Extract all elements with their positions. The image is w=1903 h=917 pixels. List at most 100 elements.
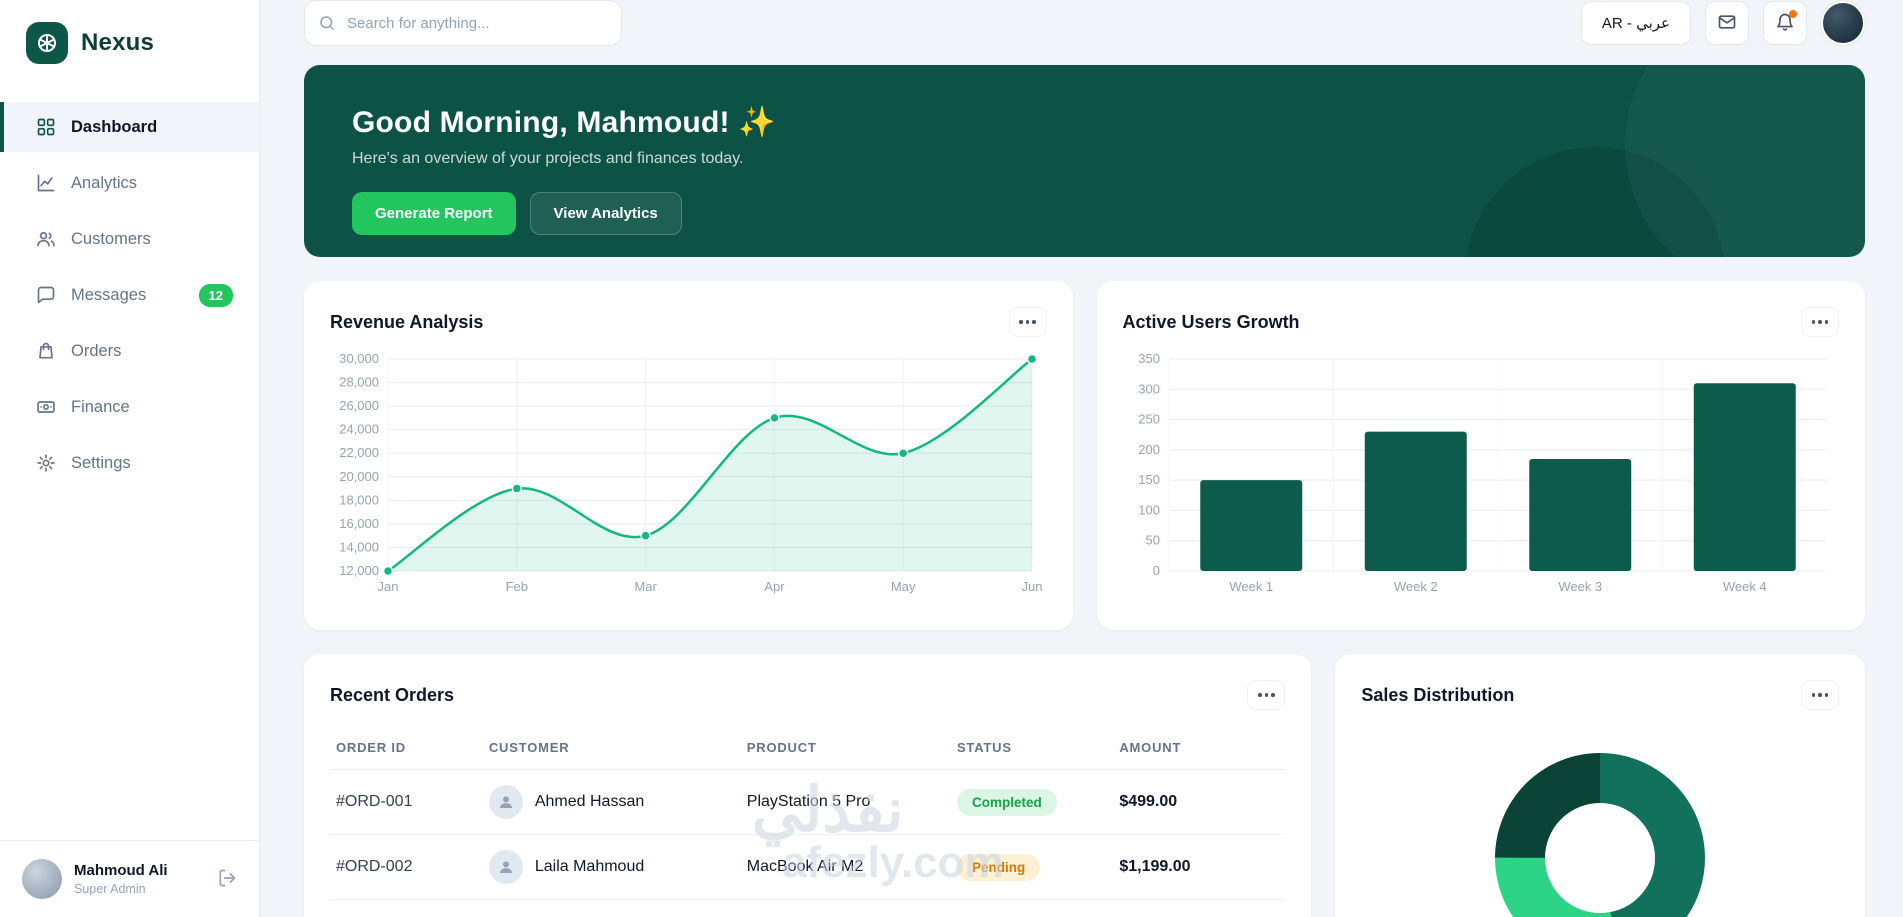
- sales-more-options-button[interactable]: [1801, 680, 1839, 710]
- chart-line-icon: [36, 173, 56, 193]
- card-title: Sales Distribution: [1361, 685, 1514, 706]
- card-title: Recent Orders: [330, 685, 454, 706]
- status-badge: Pending: [957, 854, 1040, 881]
- revenue-analysis-card: Revenue Analysis Jan Feb Mar Apr May Jun 12,00…: [304, 281, 1073, 630]
- svg-text:Jan: Jan: [378, 579, 399, 594]
- topbar: AR - عربي: [260, 0, 1903, 46]
- sparkle-emoji: ✨: [738, 106, 776, 139]
- svg-text:Feb: Feb: [506, 579, 528, 594]
- svg-text:30,000: 30,000: [339, 351, 379, 366]
- user-avatar: [22, 859, 62, 899]
- order-id: #ORD-001: [330, 770, 483, 835]
- svg-text:50: 50: [1145, 533, 1159, 548]
- revenue-line-chart: JanFebMarAprMayJun12,00014,00016,00018,0…: [330, 349, 1046, 599]
- sidebar-item-settings[interactable]: Settings: [0, 438, 259, 488]
- sidebar-item-customers[interactable]: Customers: [0, 214, 259, 264]
- svg-text:22,000: 22,000: [339, 445, 379, 460]
- search-input[interactable]: [304, 0, 622, 46]
- sidebar-item-label: Analytics: [71, 174, 137, 193]
- column-header: Status: [951, 728, 1113, 770]
- product-name: MacBook Air M2: [741, 835, 951, 900]
- app-title: Nexus: [81, 29, 154, 57]
- sidebar-item-label: Dashboard: [71, 118, 157, 137]
- gear-icon: [36, 453, 56, 473]
- customer-name: Laila Mahmoud: [535, 858, 644, 876]
- sidebar: Nexus Dashboard Analytics Customers Mess…: [0, 0, 260, 917]
- search-box: [304, 0, 622, 46]
- shopping-bag-icon: [36, 341, 56, 361]
- mail-icon: [1717, 12, 1737, 35]
- welcome-banner: Good Morning, Mahmoud! ✨ Here's an overv…: [304, 65, 1865, 257]
- svg-text:20,000: 20,000: [339, 469, 379, 484]
- sidebar-item-label: Messages: [71, 286, 146, 305]
- revenue-more-options-button[interactable]: [1009, 307, 1047, 337]
- ellipsis-icon: [1812, 693, 1829, 697]
- card-title: Active Users Growth: [1123, 312, 1300, 333]
- users-bar-chart: 050100150200250300350Week 1Week 2Week 3W…: [1123, 349, 1839, 599]
- recent-orders-card: Recent Orders نفذلي afezly.com Order ID …: [304, 654, 1311, 917]
- svg-text:12,000: 12,000: [339, 563, 379, 578]
- orders-table-header: Order ID Customer Product Status Amount: [330, 728, 1285, 770]
- language-switcher-button[interactable]: AR - عربي: [1581, 1, 1691, 45]
- svg-text:Apr: Apr: [764, 579, 785, 594]
- order-amount: $499.00: [1113, 770, 1285, 835]
- nexus-logo-icon: [26, 22, 68, 64]
- svg-text:350: 350: [1138, 351, 1160, 366]
- order-amount: $1,199.00: [1113, 835, 1285, 900]
- table-row[interactable]: #ORD-001 Ahmed Hassan PlayStation 5 Pro: [330, 770, 1285, 835]
- card-title: Revenue Analysis: [330, 312, 483, 333]
- greeting-title: Good Morning, Mahmoud! ✨: [352, 105, 1817, 140]
- banknote-icon: [36, 397, 56, 417]
- messages-count-badge: 12: [199, 284, 233, 307]
- sidebar-item-analytics[interactable]: Analytics: [0, 158, 259, 208]
- sales-distribution-card: Sales Distribution: [1335, 654, 1865, 917]
- sidebar-item-finance[interactable]: Finance: [0, 382, 259, 432]
- svg-text:200: 200: [1138, 442, 1160, 457]
- svg-text:Mar: Mar: [634, 579, 657, 594]
- ellipsis-icon: [1812, 320, 1829, 324]
- profile-avatar[interactable]: [1821, 1, 1865, 45]
- table-row[interactable]: #ORD-002 Laila Mahmoud MacBook Air M2: [330, 835, 1285, 900]
- sidebar-item-orders[interactable]: Orders: [0, 326, 259, 376]
- generate-report-button[interactable]: Generate Report: [352, 192, 516, 235]
- ellipsis-icon: [1019, 320, 1036, 324]
- svg-text:Week 2: Week 2: [1393, 579, 1437, 594]
- svg-text:May: May: [891, 579, 916, 594]
- svg-text:24,000: 24,000: [339, 422, 379, 437]
- sidebar-item-messages[interactable]: Messages 12: [0, 270, 259, 320]
- view-analytics-button[interactable]: View Analytics: [530, 192, 682, 235]
- logout-button[interactable]: [217, 868, 237, 891]
- sidebar-nav: Dashboard Analytics Customers Messages 1…: [0, 102, 259, 488]
- users-more-options-button[interactable]: [1801, 307, 1839, 337]
- svg-text:Week 4: Week 4: [1722, 579, 1766, 594]
- users-icon: [36, 229, 56, 249]
- sidebar-item-label: Finance: [71, 398, 130, 417]
- active-users-card: Active Users Growth 05010015020025030035…: [1097, 281, 1866, 630]
- svg-text:150: 150: [1138, 472, 1160, 487]
- customer-avatar-icon: [489, 785, 523, 819]
- orders-table: Order ID Customer Product Status Amount …: [330, 728, 1285, 900]
- svg-text:Week 1: Week 1: [1229, 579, 1273, 594]
- column-header: Product: [741, 728, 951, 770]
- user-role: Super Admin: [74, 882, 168, 896]
- svg-text:250: 250: [1138, 412, 1160, 427]
- orders-more-options-button[interactable]: [1247, 680, 1285, 710]
- svg-text:Week 3: Week 3: [1558, 579, 1602, 594]
- column-header: Amount: [1113, 728, 1285, 770]
- sidebar-item-label: Settings: [71, 454, 131, 473]
- sidebar-user-card: Mahmoud Ali Super Admin: [0, 840, 259, 917]
- notifications-button[interactable]: [1763, 1, 1807, 45]
- sidebar-item-label: Orders: [71, 342, 121, 361]
- svg-text:100: 100: [1138, 502, 1160, 517]
- column-header: Order ID: [330, 728, 483, 770]
- product-name: PlayStation 5 Pro: [741, 770, 951, 835]
- mail-button[interactable]: [1705, 1, 1749, 45]
- sales-donut-chart: [1480, 738, 1720, 917]
- customer-name: Ahmed Hassan: [535, 793, 644, 811]
- logout-icon: [217, 868, 237, 891]
- sidebar-item-dashboard[interactable]: Dashboard: [0, 102, 259, 152]
- svg-text:Jun: Jun: [1022, 579, 1043, 594]
- svg-text:18,000: 18,000: [339, 492, 379, 507]
- svg-text:16,000: 16,000: [339, 516, 379, 531]
- svg-text:28,000: 28,000: [339, 375, 379, 390]
